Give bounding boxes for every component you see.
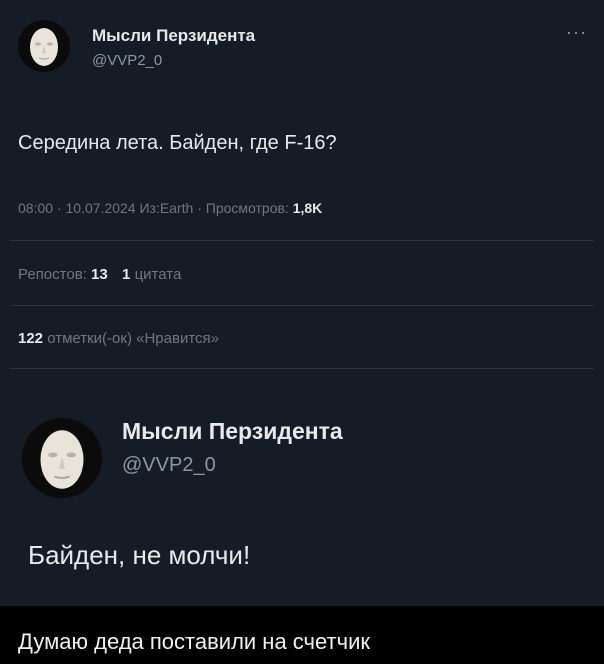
death-mask-portrait-icon — [22, 418, 102, 498]
caption-bar: Думаю деда поставили на счетчик — [0, 606, 604, 664]
tweet-source[interactable]: Из:Earth — [139, 200, 193, 216]
likes-label: отметки(-ок) «Нравится» — [47, 330, 219, 347]
likes-stats[interactable]: 122 отметки(-ок) «Нравится» — [18, 330, 219, 347]
separator-dot: · — [197, 200, 202, 216]
more-options-icon[interactable]: ··· — [566, 22, 587, 43]
divider — [10, 368, 594, 369]
tweet-time: 08:00 — [18, 200, 54, 216]
quotes-count: 1 — [122, 266, 131, 283]
tweet-text: Байден, не молчи! — [28, 540, 251, 570]
quotes-link[interactable]: 1 цитата — [122, 266, 181, 283]
author-name[interactable]: Мысли Перзидента — [92, 26, 255, 46]
tweet-meta: 08:00 · 10.07.2024 Из:Earth · Просмотров… — [18, 200, 322, 216]
reposts-label[interactable]: Репостов: 13 — [18, 266, 108, 283]
avatar[interactable] — [22, 418, 102, 498]
views-label: Просмотров: — [205, 200, 289, 216]
avatar[interactable] — [18, 20, 70, 72]
author-handle[interactable]: @VVP2_0 — [92, 52, 162, 69]
author-handle[interactable]: @VVP2_0 — [122, 454, 216, 477]
tweet-date: 10.07.2024 — [65, 200, 136, 216]
author-name[interactable]: Мысли Перзидента — [122, 418, 343, 445]
divider — [10, 305, 594, 306]
reposts-stats: Репостов: 13 1 цитата — [18, 266, 181, 283]
death-mask-portrait-icon — [18, 20, 70, 72]
reposts-count: 13 — [91, 266, 108, 283]
divider — [10, 240, 594, 241]
caption-text: Думаю деда поставили на счетчик — [18, 629, 370, 654]
likes-count: 122 — [18, 330, 44, 347]
separator-dot: · — [56, 200, 62, 216]
views-count: 1,8K — [292, 200, 323, 216]
tweet-text: Середина лета. Байден, где F-16? — [18, 132, 337, 154]
